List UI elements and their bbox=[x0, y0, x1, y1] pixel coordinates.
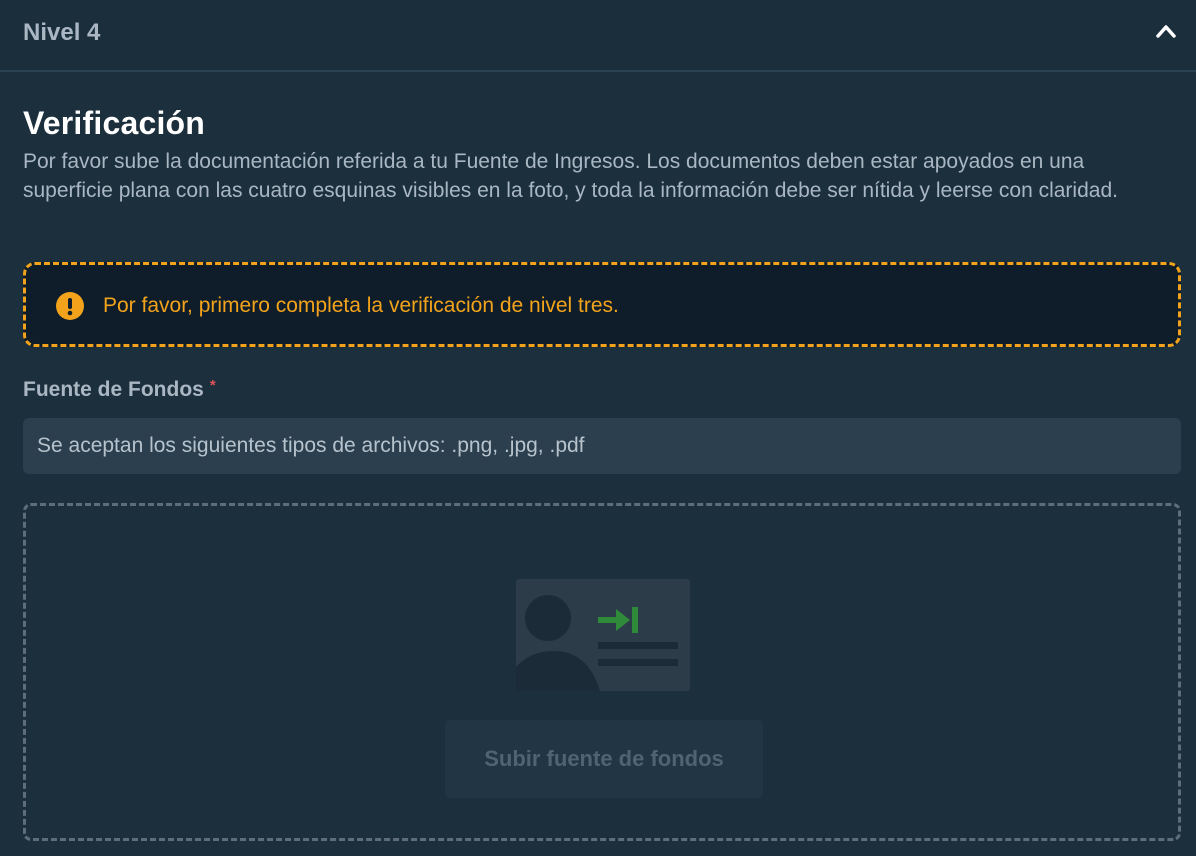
verification-panel: Nivel 4 Verificación Por favor sube la d… bbox=[0, 0, 1196, 856]
accepted-file-types-text: Se aceptan los siguientes tipos de archi… bbox=[37, 434, 585, 457]
funds-source-label: Fuente de Fondos * bbox=[23, 377, 216, 405]
funds-source-label-text: Fuente de Fondos bbox=[23, 378, 204, 401]
id-card-icon bbox=[516, 579, 690, 691]
section-title: Verificación bbox=[23, 105, 206, 141]
chevron-up-icon[interactable] bbox=[1155, 22, 1177, 40]
required-asterisk: * bbox=[209, 377, 216, 394]
file-dropzone[interactable]: Subir fuente de fondos bbox=[23, 503, 1181, 841]
level-title: Nivel 4 bbox=[23, 19, 101, 46]
exclamation-circle-icon bbox=[56, 292, 84, 320]
accepted-file-types-info: Se aceptan los siguientes tipos de archi… bbox=[23, 418, 1181, 474]
warning-text: Por favor, primero completa la verificac… bbox=[103, 294, 619, 317]
section-description: Por favor sube la documentación referida… bbox=[23, 150, 1118, 202]
upload-funds-source-button[interactable]: Subir fuente de fondos bbox=[445, 720, 763, 798]
level-accordion-header[interactable]: Nivel 4 bbox=[0, 0, 1196, 72]
warning-banner: Por favor, primero completa la verificac… bbox=[23, 262, 1181, 347]
